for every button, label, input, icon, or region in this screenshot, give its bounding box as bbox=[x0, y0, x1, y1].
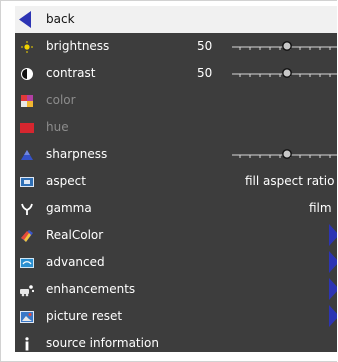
aspect-icon bbox=[20, 177, 34, 187]
color-icon bbox=[21, 95, 33, 107]
menu-item-label: aspect bbox=[46, 174, 86, 188]
slider-knob[interactable] bbox=[282, 41, 292, 51]
menu-item-picture-reset[interactable]: picture reset bbox=[15, 303, 337, 330]
menu-item-contrast[interactable]: contrast 50 bbox=[15, 60, 337, 87]
menu-item-back[interactable]: back bbox=[15, 6, 337, 33]
menu-item-enhancements[interactable]: enhancements bbox=[15, 276, 337, 303]
menu-item-hue: hue bbox=[15, 114, 337, 141]
menu-item-label: brightness bbox=[46, 39, 110, 53]
menu-item-brightness[interactable]: brightness 50 bbox=[15, 33, 337, 60]
contrast-value: 50 bbox=[197, 66, 213, 80]
sharpness-slider[interactable] bbox=[232, 149, 337, 161]
contrast-slider[interactable] bbox=[232, 68, 337, 80]
slider-knob[interactable] bbox=[282, 68, 292, 78]
advanced-icon bbox=[20, 258, 34, 268]
menu-item-realcolor[interactable]: RealColor bbox=[15, 222, 337, 249]
enhancements-icon bbox=[20, 285, 34, 297]
realcolor-icon bbox=[21, 230, 33, 242]
brightness-slider[interactable] bbox=[232, 41, 337, 53]
contrast-icon bbox=[21, 68, 33, 80]
menu-item-source-information[interactable]: source information bbox=[15, 330, 337, 352]
back-arrow-icon bbox=[19, 11, 31, 28]
picture-reset-icon bbox=[20, 311, 34, 323]
sharpness-icon bbox=[21, 150, 33, 160]
submenu-arrow-icon bbox=[329, 251, 337, 273]
menu-item-label: source information bbox=[46, 336, 159, 350]
menu-item-aspect[interactable]: aspect fill aspect ratio bbox=[15, 168, 337, 195]
menu-item-label: gamma bbox=[46, 201, 92, 215]
menu-item-sharpness[interactable]: sharpness bbox=[15, 141, 337, 168]
aspect-value: fill aspect ratio bbox=[245, 174, 335, 188]
menu-item-label: RealColor bbox=[46, 228, 104, 242]
slider-knob[interactable] bbox=[282, 149, 292, 159]
brightness-value: 50 bbox=[197, 39, 213, 53]
menu-item-label: sharpness bbox=[46, 147, 108, 161]
menu-item-advanced[interactable]: advanced bbox=[15, 249, 337, 276]
info-icon bbox=[25, 337, 29, 351]
menu-item-label: contrast bbox=[46, 66, 96, 80]
menu-item-label: picture reset bbox=[46, 309, 123, 323]
submenu-arrow-icon bbox=[329, 278, 337, 300]
gamma-icon bbox=[21, 203, 33, 215]
submenu-arrow-icon bbox=[329, 224, 337, 246]
menu-item-label: hue bbox=[46, 120, 69, 134]
menu-item-label: back bbox=[46, 12, 75, 26]
menu-item-label: color bbox=[46, 93, 76, 107]
hue-icon bbox=[20, 123, 34, 133]
submenu-arrow-icon bbox=[329, 305, 337, 327]
gamma-value: film bbox=[309, 201, 332, 215]
menu-item-color: color bbox=[15, 87, 337, 114]
picture-menu-window: back brightness 50 contrast 50 color hue… bbox=[0, 0, 337, 362]
picture-menu: back brightness 50 contrast 50 color hue… bbox=[15, 6, 337, 352]
menu-item-label: advanced bbox=[46, 255, 105, 269]
menu-item-gamma[interactable]: gamma film bbox=[15, 195, 337, 222]
menu-item-label: enhancements bbox=[46, 282, 136, 296]
sun-icon bbox=[21, 41, 33, 53]
